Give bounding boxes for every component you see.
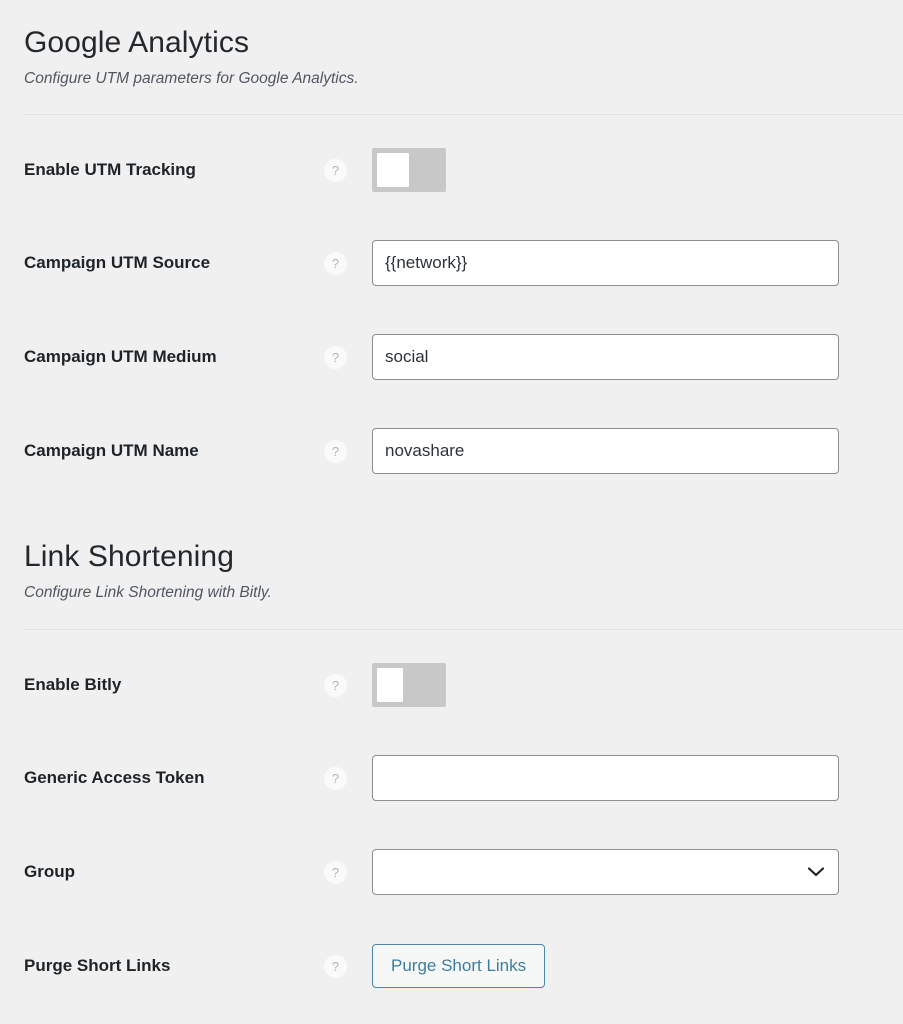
field-row-campaign-utm-source: Campaign UTM Source ?: [0, 240, 903, 286]
help-wrap-purge-short-links: ?: [324, 954, 372, 978]
help-circle-icon[interactable]: ?: [324, 345, 347, 369]
google-analytics-divider: [24, 114, 903, 115]
label-enable-utm-tracking: Enable UTM Tracking: [24, 159, 196, 179]
toggle-enable-bitly[interactable]: [372, 663, 446, 707]
help-circle-icon[interactable]: ?: [324, 860, 347, 884]
help-wrap-enable-bitly: ?: [324, 673, 372, 697]
label-enable-bitly: Enable Bitly: [24, 674, 122, 694]
control-enable-utm-tracking: [372, 148, 903, 192]
toggle-enable-utm-tracking[interactable]: [372, 148, 446, 192]
label-campaign-utm-source: Campaign UTM Source: [24, 252, 211, 272]
toggle-knob: [377, 668, 403, 702]
label-group: Group: [24, 861, 75, 881]
help-wrap-generic-access-token: ?: [324, 766, 372, 790]
help-wrap-campaign-utm-medium: ?: [324, 345, 372, 369]
control-purge-short-links: Purge Short Links: [372, 944, 903, 988]
toggle-knob: [377, 153, 409, 187]
google-analytics-description: Configure UTM parameters for Google Anal…: [24, 70, 359, 87]
help-circle-icon[interactable]: ?: [324, 439, 347, 463]
input-campaign-utm-name[interactable]: [372, 428, 839, 474]
control-enable-bitly: [372, 663, 903, 707]
input-campaign-utm-medium[interactable]: [372, 334, 839, 380]
help-circle-icon[interactable]: ?: [324, 158, 347, 182]
control-group: [372, 849, 903, 895]
link-shortening-divider: [24, 629, 903, 630]
field-row-generic-access-token: Generic Access Token ?: [0, 755, 903, 801]
help-wrap-campaign-utm-source: ?: [324, 251, 372, 275]
settings-page: Google Analytics Configure UTM parameter…: [0, 0, 903, 1024]
field-row-group: Group ?: [0, 849, 903, 895]
control-campaign-utm-name: [372, 428, 903, 474]
link-shortening-section-header: Link Shortening Configure Link Shortenin…: [0, 540, 903, 603]
label-campaign-utm-medium: Campaign UTM Medium: [24, 346, 217, 366]
label-purge-short-links: Purge Short Links: [24, 955, 171, 975]
google-analytics-title: Google Analytics: [24, 26, 250, 59]
google-analytics-section-header: Google Analytics Configure UTM parameter…: [0, 26, 903, 89]
control-generic-access-token: [372, 755, 903, 801]
purge-short-links-button[interactable]: Purge Short Links: [372, 944, 546, 988]
control-campaign-utm-medium: [372, 334, 903, 380]
help-circle-icon[interactable]: ?: [324, 766, 347, 790]
link-shortening-title: Link Shortening: [24, 540, 234, 573]
select-wrap-group: [372, 849, 839, 895]
label-generic-access-token: Generic Access Token: [24, 767, 205, 787]
input-campaign-utm-source[interactable]: [372, 240, 839, 286]
input-generic-access-token[interactable]: [372, 755, 839, 801]
link-shortening-description: Configure Link Shortening with Bitly.: [24, 584, 272, 601]
field-row-enable-utm-tracking: Enable UTM Tracking ?: [0, 148, 903, 192]
control-campaign-utm-source: [372, 240, 903, 286]
help-circle-icon[interactable]: ?: [324, 251, 347, 275]
help-wrap-enable-utm-tracking: ?: [324, 158, 372, 182]
help-wrap-group: ?: [324, 860, 372, 884]
field-row-purge-short-links: Purge Short Links ? Purge Short Links: [0, 944, 903, 988]
field-row-enable-bitly: Enable Bitly ?: [0, 663, 903, 707]
field-row-campaign-utm-medium: Campaign UTM Medium ?: [0, 334, 903, 380]
select-group[interactable]: [372, 849, 839, 895]
help-circle-icon[interactable]: ?: [324, 673, 347, 697]
label-campaign-utm-name: Campaign UTM Name: [24, 440, 199, 460]
help-circle-icon[interactable]: ?: [324, 954, 347, 978]
help-wrap-campaign-utm-name: ?: [324, 439, 372, 463]
field-row-campaign-utm-name: Campaign UTM Name ?: [0, 428, 903, 474]
